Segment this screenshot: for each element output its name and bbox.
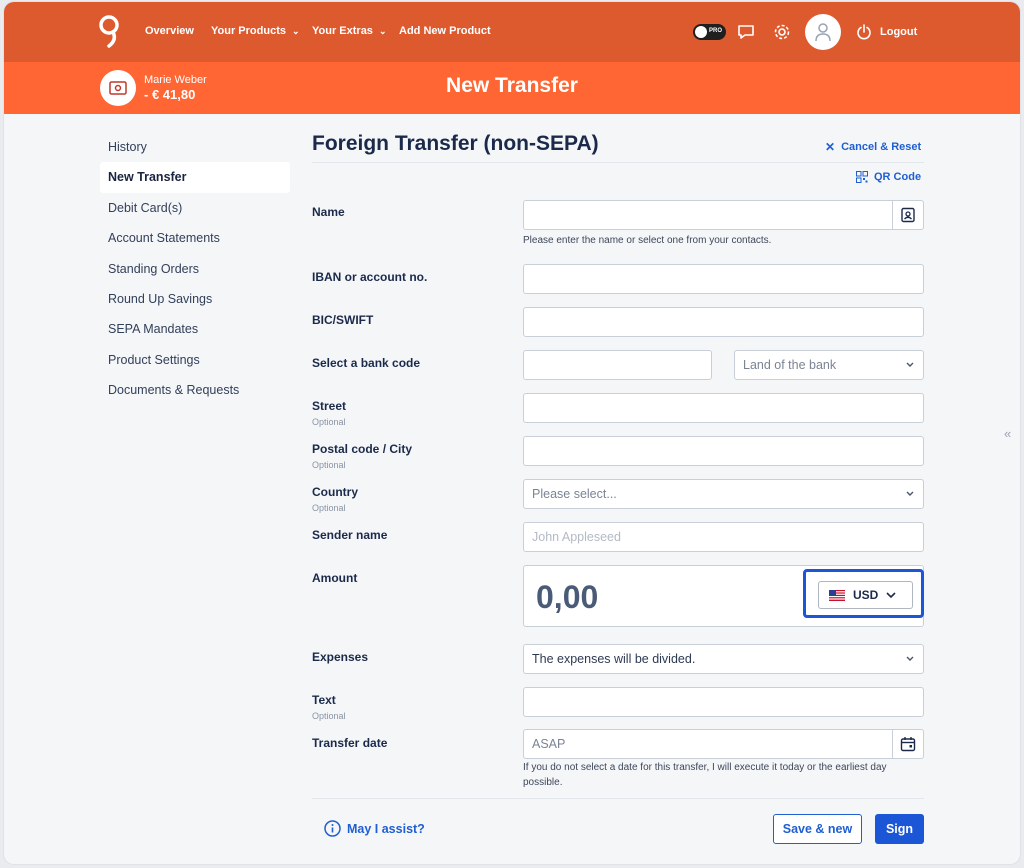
- chat-icon[interactable]: [736, 22, 756, 42]
- sender-placeholder: John Appleseed: [532, 530, 621, 544]
- close-icon: ✕: [825, 140, 836, 154]
- collapse-panel-icon[interactable]: «: [1004, 426, 1011, 441]
- expenses-select[interactable]: The expenses will be divided.: [523, 644, 924, 674]
- postal-city-label: Postal code / City: [312, 442, 413, 456]
- iban-input[interactable]: [523, 264, 924, 294]
- transfer-date-label: Transfer date: [312, 736, 388, 750]
- nav-label: Your Extras: [312, 25, 373, 37]
- amount-input[interactable]: 0,00 USD: [523, 565, 924, 627]
- cancel-reset-link[interactable]: ✕ Cancel & Reset: [825, 140, 921, 154]
- name-label: Name: [312, 205, 345, 219]
- sidebar-item-round-up-savings[interactable]: Round Up Savings: [100, 284, 290, 314]
- name-help-text: Please enter the name or select one from…: [523, 235, 772, 246]
- postal-city-input[interactable]: [523, 436, 924, 466]
- country-select[interactable]: Please select...: [523, 479, 924, 509]
- currency-focus-ring: USD: [803, 569, 924, 618]
- country-label: Country: [312, 485, 358, 499]
- text-input[interactable]: [523, 687, 924, 717]
- nav-add-new-product[interactable]: Add New Product: [399, 25, 491, 37]
- cancel-label: Cancel & Reset: [841, 141, 922, 153]
- name-input[interactable]: [523, 200, 893, 230]
- chevron-down-icon: ⌄: [378, 26, 387, 36]
- pro-mode-toggle[interactable]: PRO: [693, 24, 726, 40]
- page-title: New Transfer: [446, 74, 578, 97]
- user-icon: [815, 23, 831, 42]
- toggle-knob: [695, 26, 707, 38]
- street-optional-hint: Optional: [312, 417, 346, 427]
- bank-code-label: Select a bank code: [312, 356, 421, 370]
- chevron-down-icon: [886, 591, 896, 598]
- sidebar-item-new-transfer[interactable]: New Transfer: [100, 162, 290, 193]
- calendar-button[interactable]: [892, 729, 924, 759]
- bic-label: BIC/SWIFT: [312, 313, 374, 327]
- currency-value: USD: [853, 588, 879, 602]
- iban-label: IBAN or account no.: [312, 270, 428, 284]
- chevron-down-icon: [906, 362, 914, 367]
- assist-link[interactable]: May I assist?: [324, 820, 425, 837]
- contacts-button[interactable]: [892, 200, 924, 230]
- nav-label: Your Products: [211, 25, 286, 37]
- sidebar-item-history[interactable]: History: [100, 132, 290, 162]
- gear-icon[interactable]: [772, 22, 792, 42]
- bic-input[interactable]: [523, 307, 924, 337]
- pro-label: PRO: [709, 28, 723, 34]
- sidebar-item-product-settings[interactable]: Product Settings: [100, 345, 290, 375]
- chevron-down-icon: [906, 656, 914, 661]
- expenses-value: The expenses will be divided.: [532, 652, 696, 666]
- app-window: Overview Your Products ⌄ Your Extras ⌄ Add…: [4, 2, 1020, 864]
- top-navigation-bar: Overview Your Products ⌄ Your Extras ⌄ Add…: [4, 2, 1020, 62]
- sidebar-menu: History New Transfer Debit Card(s) Accou…: [100, 132, 290, 406]
- bank-code-input[interactable]: [523, 350, 712, 380]
- expenses-label: Expenses: [312, 650, 369, 664]
- user-avatar[interactable]: [805, 14, 841, 50]
- chevron-down-icon: ⌄: [291, 26, 300, 36]
- footer-divider: [312, 798, 924, 799]
- form-title: Foreign Transfer (non-SEPA): [312, 132, 599, 155]
- logout-button[interactable]: Logout: [856, 22, 917, 42]
- us-flag-icon: [829, 589, 845, 601]
- transfer-date-input[interactable]: ASAP: [523, 729, 893, 759]
- sidebar-item-standing-orders[interactable]: Standing Orders: [100, 254, 290, 284]
- sender-name-label: Sender name: [312, 528, 388, 542]
- currency-select[interactable]: USD: [818, 581, 913, 609]
- bank-country-select[interactable]: Land of the bank: [734, 350, 924, 380]
- sidebar-item-debit-cards[interactable]: Debit Card(s): [100, 193, 290, 223]
- nav-your-extras[interactable]: Your Extras ⌄: [312, 25, 386, 37]
- sidebar-item-documents-requests[interactable]: Documents & Requests: [100, 375, 290, 405]
- nav-label: Overview: [145, 25, 194, 37]
- bank-country-value: Land of the bank: [743, 358, 837, 372]
- nav-overview[interactable]: Overview: [145, 25, 194, 37]
- nav-your-products[interactable]: Your Products ⌄: [211, 25, 300, 37]
- calendar-icon: [900, 737, 916, 752]
- sender-name-input[interactable]: John Appleseed: [523, 522, 924, 552]
- chevron-down-icon: [906, 491, 914, 496]
- qr-code-icon: [856, 171, 868, 183]
- assist-label: May I assist?: [347, 821, 425, 836]
- street-label: Street: [312, 399, 347, 413]
- nav-label: Add New Product: [399, 25, 491, 37]
- logout-label: Logout: [880, 26, 918, 38]
- sidebar-item-sepa-mandates[interactable]: SEPA Mandates: [100, 314, 290, 344]
- save-and-new-button[interactable]: Save & new: [773, 814, 862, 844]
- amount-label: Amount: [312, 571, 358, 585]
- title-divider: [312, 162, 924, 163]
- brand-logo-icon[interactable]: [96, 14, 122, 50]
- contact-card-icon: [901, 207, 915, 223]
- text-label: Text: [312, 693, 336, 707]
- country-placeholder: Please select...: [532, 487, 617, 501]
- sign-button[interactable]: Sign: [875, 814, 924, 844]
- amount-value: 0,00: [536, 579, 599, 615]
- country-optional-hint: Optional: [312, 503, 346, 513]
- date-help-text: If you do not select a date for this tra…: [523, 762, 887, 788]
- postal-optional-hint: Optional: [312, 460, 346, 470]
- qr-label: QR Code: [874, 171, 922, 183]
- text-optional-hint: Optional: [312, 711, 346, 721]
- power-icon: [857, 24, 871, 40]
- street-input[interactable]: [523, 393, 924, 423]
- info-icon: [324, 820, 341, 837]
- date-placeholder: ASAP: [532, 737, 566, 751]
- qr-code-link[interactable]: QR Code: [856, 171, 921, 183]
- sidebar-item-account-statements[interactable]: Account Statements: [100, 223, 290, 253]
